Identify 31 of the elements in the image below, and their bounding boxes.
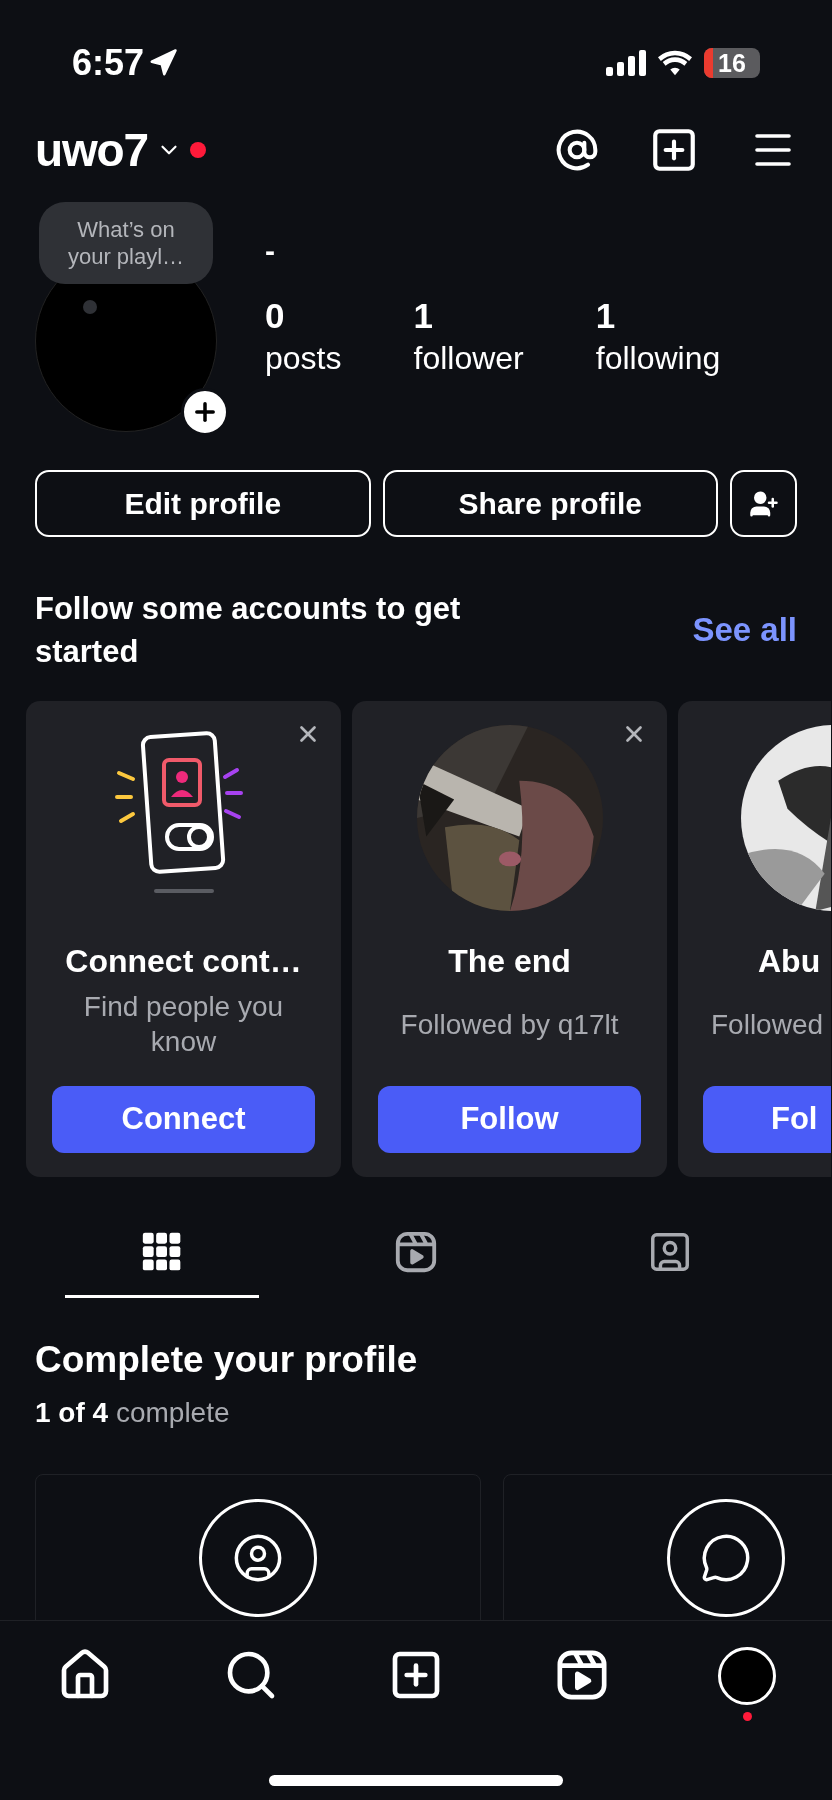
card-title: The end — [448, 942, 571, 981]
profile-action-button[interactable]: Share profile — [382, 470, 718, 537]
card-subtitle: Followed — [711, 1008, 824, 1042]
reels-icon[interactable] — [393, 1229, 439, 1275]
profile-avatar[interactable] — [718, 1647, 776, 1705]
wifi-icon — [658, 50, 692, 76]
stat[interactable]: 1 follower — [413, 294, 524, 378]
section-title: Complete your profile — [35, 1338, 419, 1382]
follow-button[interactable]: Fol — [703, 1086, 831, 1153]
at-sign-icon[interactable] — [555, 128, 599, 172]
section-title: Follow some accounts to get started — [35, 590, 462, 671]
location-icon — [148, 48, 179, 78]
follow-button[interactable]: Follow — [378, 1086, 641, 1153]
card-subtitle: Find people you know — [83, 990, 284, 1059]
stat[interactable]: 1 following — [595, 294, 721, 378]
discover-people-button[interactable] — [730, 470, 797, 537]
display-name: - — [265, 236, 276, 266]
follow-button[interactable]: Connect — [52, 1086, 315, 1153]
card-title: Connect cont… — [65, 942, 302, 981]
stat[interactable]: 0 posts — [265, 294, 342, 378]
card-subtitle: Followed by q17lt — [400, 1008, 619, 1042]
see-all-link[interactable]: See all — [692, 605, 797, 655]
card-title: Abu — [758, 942, 821, 981]
signal-icon — [606, 50, 646, 76]
grid-icon[interactable] — [142, 1232, 182, 1272]
battery-indicator: 16 — [704, 48, 760, 78]
note-tooltip[interactable]: What’s on your playl… — [39, 202, 213, 284]
clock: 6:57 — [72, 41, 145, 85]
profile-action-button[interactable]: Edit profile — [35, 470, 371, 537]
username[interactable]: uwo7 — [35, 115, 148, 185]
progress-text: 1 of 4 complete — [35, 1395, 231, 1430]
